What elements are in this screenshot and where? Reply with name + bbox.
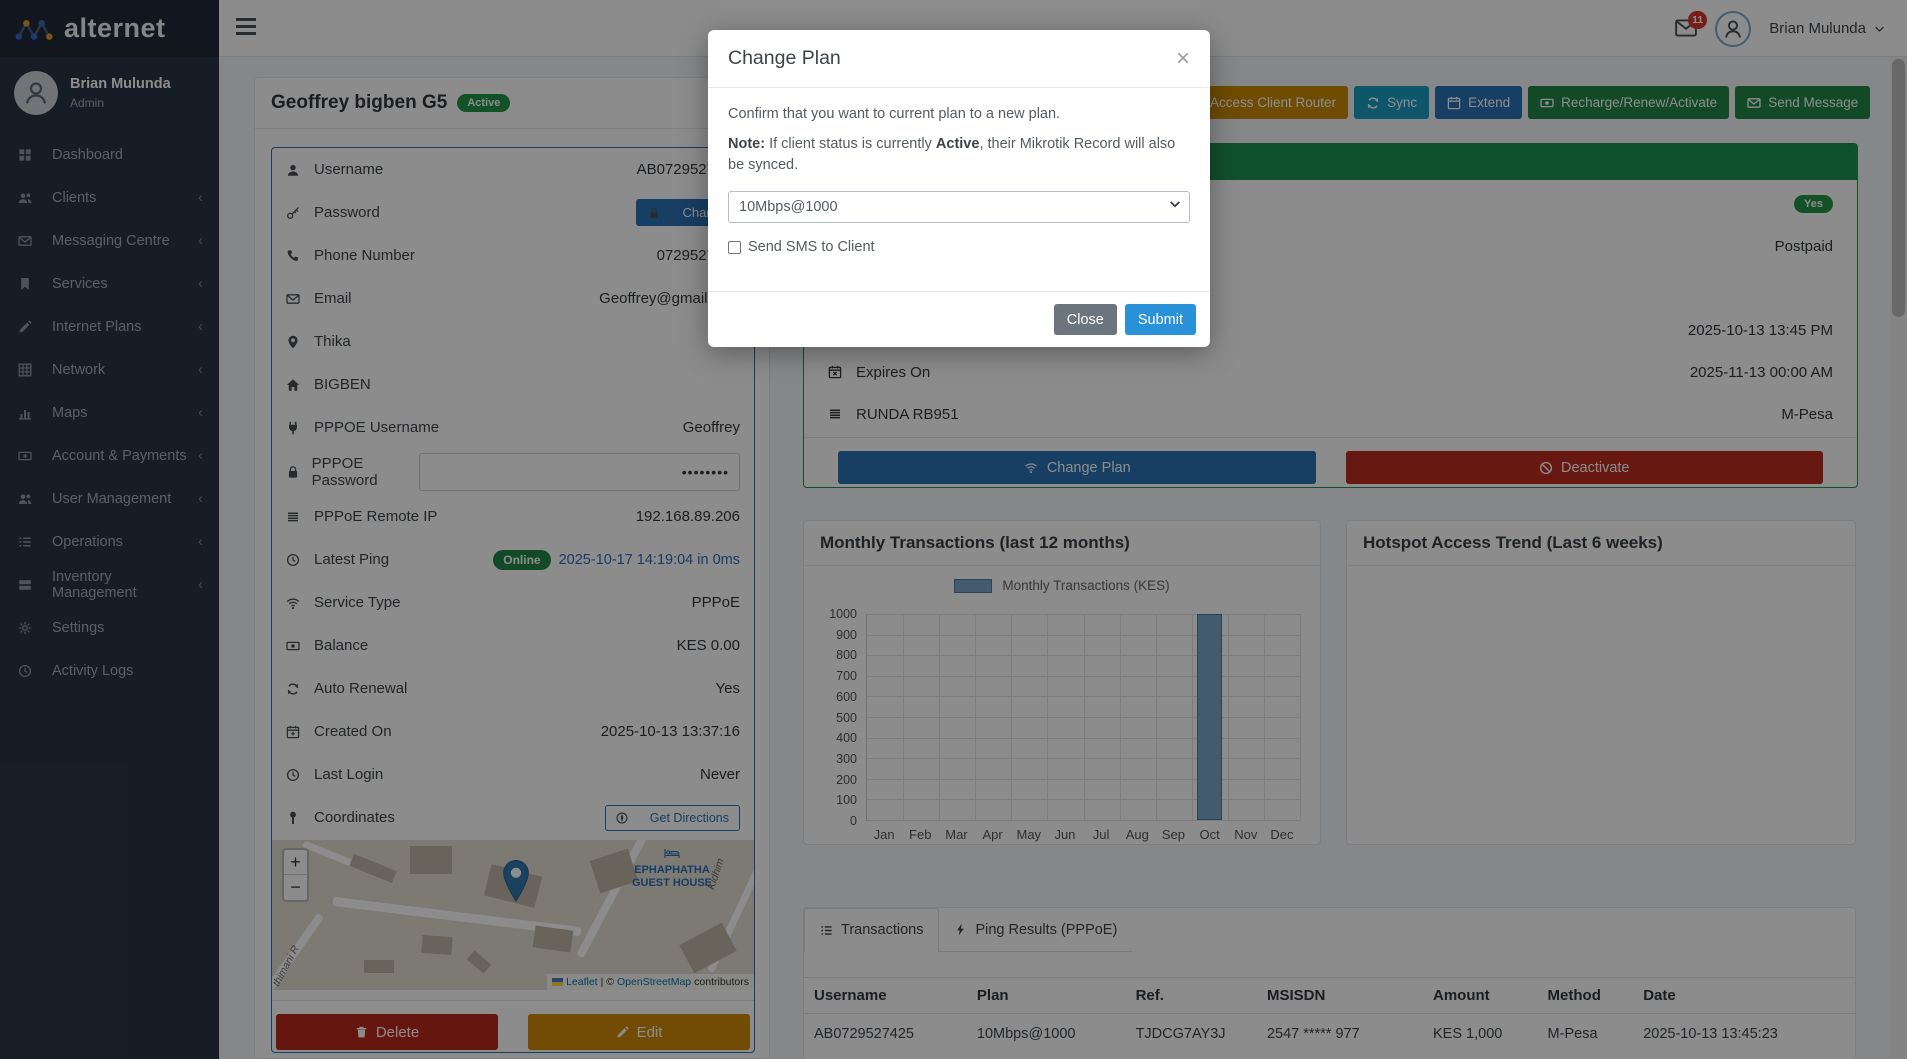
send-sms-checkbox[interactable]: [728, 241, 741, 254]
send-sms-label: Send SMS to Client: [748, 239, 875, 255]
close-button[interactable]: Close: [1054, 304, 1117, 335]
submit-button[interactable]: Submit: [1125, 304, 1196, 335]
plan-select[interactable]: 10Mbps@1000: [728, 191, 1190, 223]
close-icon[interactable]: ×: [1176, 50, 1190, 68]
modal-title: Change Plan: [728, 47, 841, 70]
change-plan-modal: Change Plan × Confirm that you want to c…: [708, 30, 1210, 347]
modal-note-text: Note: If client status is currently Acti…: [728, 134, 1190, 176]
app-root: alternet Brian Mulunda Admin .st{fill:no…: [0, 0, 1907, 1059]
modal-confirm-text: Confirm that you want to current plan to…: [728, 104, 1190, 125]
